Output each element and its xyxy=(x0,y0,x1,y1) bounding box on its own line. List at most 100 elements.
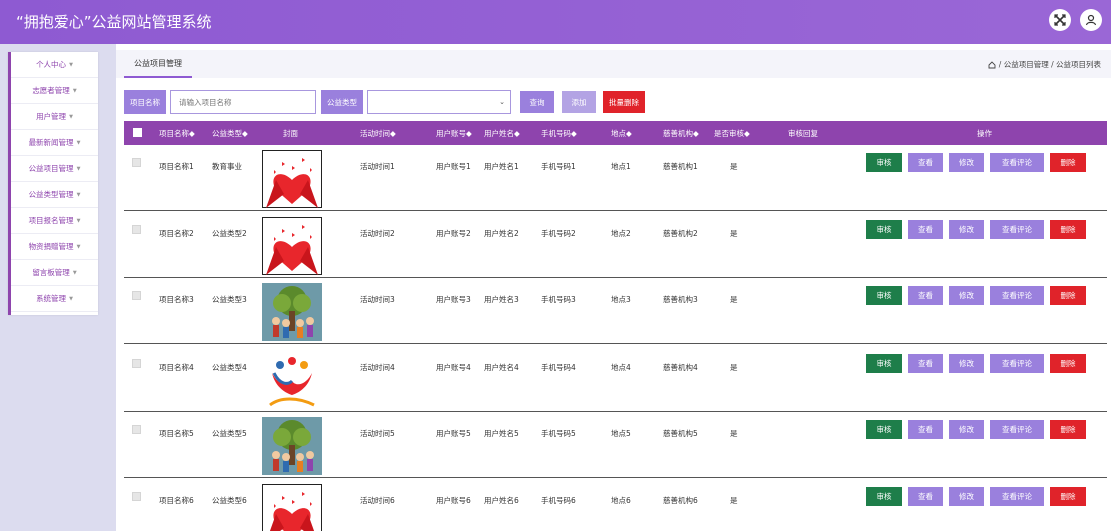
row-checkbox[interactable] xyxy=(132,492,141,501)
view-comments-button[interactable]: 查看评论 xyxy=(990,420,1044,439)
audit-button[interactable]: 审核 xyxy=(866,487,902,506)
sidebar-item[interactable]: 个人中心 ▼ xyxy=(11,52,98,78)
cell-name: 项目名称6 xyxy=(159,496,194,505)
cell-place: 地点6 xyxy=(611,496,631,505)
cell-approved: 是 xyxy=(730,429,738,438)
view-button[interactable]: 查看 xyxy=(908,153,943,172)
view-comments-button[interactable]: 查看评论 xyxy=(990,153,1044,172)
edit-button[interactable]: 修改 xyxy=(949,487,984,506)
row-checkbox[interactable] xyxy=(132,291,141,300)
cell-place: 地点2 xyxy=(611,229,631,238)
row-actions: 审核 查看 修改 查看评论 删除 xyxy=(866,220,1086,239)
delete-button[interactable]: 删除 xyxy=(1050,487,1086,506)
edit-button[interactable]: 修改 xyxy=(949,220,984,239)
view-comments-button[interactable]: 查看评论 xyxy=(990,354,1044,373)
view-comments-button[interactable]: 查看评论 xyxy=(990,487,1044,506)
edit-button[interactable]: 修改 xyxy=(949,153,984,172)
sidebar-item[interactable]: 用户管理 ▼ xyxy=(11,104,98,130)
table-row: 项目名称6 公益类型6 活动时间6 用户账号6 用户姓名6 手机号码6 地点6 慈善机构6 是 审… xyxy=(124,479,1107,531)
audit-button[interactable]: 审核 xyxy=(866,220,902,239)
table-row: 项目名称5 公益类型5 活动时间5 用户账号5 用户姓名5 手机号码5 地点5 慈善机构5 是 审… xyxy=(124,412,1107,478)
fullscreen-button[interactable] xyxy=(1049,9,1071,31)
header-phone[interactable]: 手机号码◆ xyxy=(541,128,577,139)
caret-down-icon: ▼ xyxy=(76,139,81,146)
cell-time: 活动时间3 xyxy=(360,295,395,304)
audit-button[interactable]: 审核 xyxy=(866,420,902,439)
row-checkbox[interactable] xyxy=(132,359,141,368)
view-button[interactable]: 查看 xyxy=(908,487,943,506)
header-name[interactable]: 项目名称◆ xyxy=(159,128,195,139)
sidebar-item[interactable]: 物资捐赠管理 ▼ xyxy=(11,234,98,260)
cell-org: 慈善机构2 xyxy=(663,229,698,238)
sidebar-item[interactable]: 志愿者管理 ▼ xyxy=(11,78,98,104)
edit-button[interactable]: 修改 xyxy=(949,286,984,305)
sidebar-item[interactable]: 项目报名管理 ▼ xyxy=(11,208,98,234)
cell-approved: 是 xyxy=(730,295,738,304)
batch-delete-button[interactable]: 批量删除 xyxy=(603,91,645,113)
cell-account: 用户账号5 xyxy=(436,429,471,438)
header-username[interactable]: 用户姓名◆ xyxy=(484,128,520,139)
header-org[interactable]: 慈善机构◆ xyxy=(663,128,699,139)
project-name-input[interactable] xyxy=(170,90,316,114)
cell-time: 活动时间6 xyxy=(360,496,395,505)
cell-name: 项目名称2 xyxy=(159,229,194,238)
header-account[interactable]: 用户账号◆ xyxy=(436,128,472,139)
select-all-checkbox[interactable] xyxy=(133,128,142,137)
user-button[interactable] xyxy=(1080,9,1102,31)
cell-org: 慈善机构4 xyxy=(663,363,698,372)
cell-time: 活动时间4 xyxy=(360,363,395,372)
filter-bar: 项目名称 公益类型 ⌄ 查询 添加 批量删除 xyxy=(124,90,645,114)
delete-button[interactable]: 删除 xyxy=(1050,420,1086,439)
cell-phone: 手机号码1 xyxy=(541,162,576,171)
sidebar-item-label: 最新新闻管理 xyxy=(28,138,74,147)
row-checkbox[interactable] xyxy=(132,158,141,167)
audit-button[interactable]: 审核 xyxy=(866,153,902,172)
sidebar-item[interactable]: 公益项目管理 ▼ xyxy=(11,156,98,182)
delete-button[interactable]: 删除 xyxy=(1050,153,1086,172)
sidebar-item[interactable]: 公益类型管理 ▼ xyxy=(11,182,98,208)
cell-username: 用户姓名4 xyxy=(484,363,519,372)
header-time[interactable]: 活动时间◆ xyxy=(360,128,396,139)
table-row: 项目名称2 公益类型2 活动时间2 用户账号2 用户姓名2 手机号码2 地点2 慈善机构2 是 审… xyxy=(124,212,1107,278)
view-button[interactable]: 查看 xyxy=(908,286,943,305)
view-comments-button[interactable]: 查看评论 xyxy=(990,220,1044,239)
cell-org: 慈善机构1 xyxy=(663,162,698,171)
edit-button[interactable]: 修改 xyxy=(949,420,984,439)
charity-type-select[interactable]: ⌄ xyxy=(367,90,511,114)
app-title: “拥抱爱心”公益网站管理系统 xyxy=(16,13,212,31)
delete-button[interactable]: 删除 xyxy=(1050,220,1086,239)
cell-phone: 手机号码6 xyxy=(541,496,576,505)
cell-type: 公益类型5 xyxy=(212,429,247,438)
view-button[interactable]: 查看 xyxy=(908,354,943,373)
row-actions: 审核 查看 修改 查看评论 删除 xyxy=(866,420,1086,439)
breadcrumb-path: / 公益项目管理 / 公益项目列表 xyxy=(998,60,1101,69)
cell-place: 地点3 xyxy=(611,295,631,304)
row-actions: 审核 查看 修改 查看评论 删除 xyxy=(866,153,1086,172)
cell-account: 用户账号4 xyxy=(436,363,471,372)
search-button[interactable]: 查询 xyxy=(520,91,554,113)
sidebar-item[interactable]: 系统管理 ▼ xyxy=(11,286,98,312)
edit-button[interactable]: 修改 xyxy=(949,354,984,373)
cell-place: 地点4 xyxy=(611,363,631,372)
view-comments-button[interactable]: 查看评论 xyxy=(990,286,1044,305)
view-button[interactable]: 查看 xyxy=(908,220,943,239)
top-header: “拥抱爱心”公益网站管理系统 xyxy=(0,0,1111,44)
caret-down-icon: ▼ xyxy=(76,217,81,224)
breadcrumb: / 公益项目管理 / 公益项目列表 xyxy=(988,59,1101,70)
home-icon[interactable] xyxy=(988,60,996,69)
audit-button[interactable]: 审核 xyxy=(866,354,902,373)
sidebar-item[interactable]: 留言板管理 ▼ xyxy=(11,260,98,286)
header-approved[interactable]: 是否审核◆ xyxy=(714,128,750,139)
view-button[interactable]: 查看 xyxy=(908,420,943,439)
header-place[interactable]: 地点◆ xyxy=(611,128,632,139)
add-button[interactable]: 添加 xyxy=(562,91,596,113)
header-type[interactable]: 公益类型◆ xyxy=(212,128,248,139)
cell-username: 用户姓名2 xyxy=(484,229,519,238)
tab-project-management[interactable]: 公益项目管理 xyxy=(124,50,192,78)
row-checkbox[interactable] xyxy=(132,425,141,434)
delete-button[interactable]: 删除 xyxy=(1050,354,1086,373)
sidebar-item[interactable]: 最新新闻管理 ▼ xyxy=(11,130,98,156)
delete-button[interactable]: 删除 xyxy=(1050,286,1086,305)
row-checkbox[interactable] xyxy=(132,225,141,234)
audit-button[interactable]: 审核 xyxy=(866,286,902,305)
